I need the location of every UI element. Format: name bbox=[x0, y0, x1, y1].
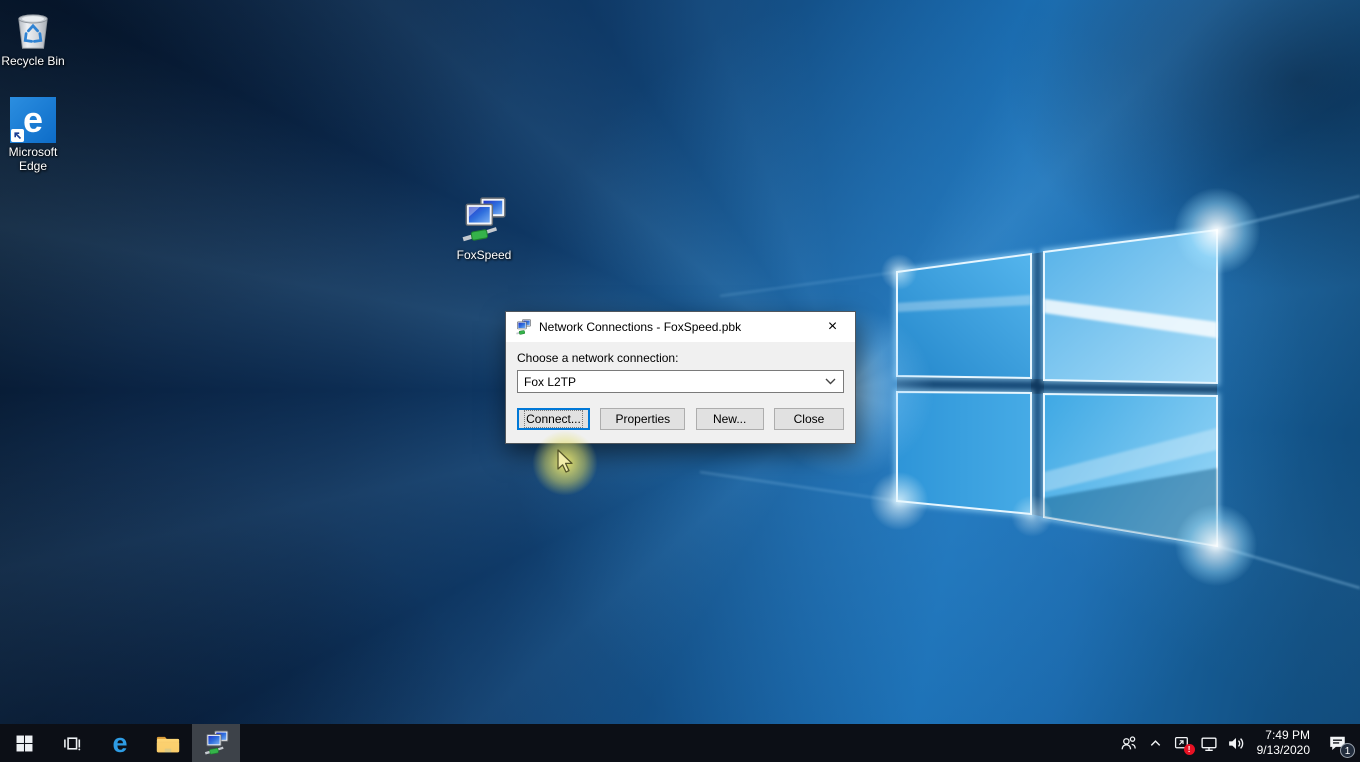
desktop-icon-label: Recycle Bin bbox=[1, 54, 64, 68]
desktop-icon-foxspeed[interactable]: FoxSpeed bbox=[446, 196, 522, 262]
dialog-titlebar[interactable]: Network Connections - FoxSpeed.pbk × bbox=[506, 312, 855, 342]
chevron-up-icon bbox=[1148, 736, 1163, 751]
taskbar-edge-button[interactable]: e bbox=[96, 724, 144, 762]
people-button[interactable] bbox=[1115, 724, 1142, 762]
desktop-icon-recycle-bin[interactable]: Recycle Bin bbox=[0, 6, 71, 68]
network-connections-dialog: Network Connections - FoxSpeed.pbk × Cho… bbox=[505, 311, 856, 444]
volume-icon bbox=[1227, 735, 1245, 752]
dialog-body: Choose a network connection: Fox L2TP Co… bbox=[506, 342, 855, 443]
folder-icon bbox=[155, 732, 181, 755]
task-view-icon bbox=[63, 735, 81, 752]
desktop-icon-label: Microsoft Edge bbox=[0, 145, 71, 173]
time-text: 7:49 PM bbox=[1257, 728, 1310, 743]
dialog-title: Network Connections - FoxSpeed.pbk bbox=[539, 320, 810, 334]
dialog-button-row: Connect... Properties New... Close bbox=[517, 408, 844, 430]
dropdown-selected-value: Fox L2TP bbox=[524, 375, 576, 389]
connect-button[interactable]: Connect... bbox=[517, 408, 590, 430]
new-button[interactable]: New... bbox=[696, 408, 764, 430]
properties-button[interactable]: Properties bbox=[600, 408, 685, 430]
taskbar: e bbox=[0, 724, 1360, 762]
network-computers-icon bbox=[459, 196, 509, 246]
task-view-button[interactable] bbox=[48, 724, 96, 762]
alert-badge: ! bbox=[1184, 744, 1195, 755]
close-button[interactable]: Close bbox=[774, 408, 844, 430]
recycle-bin-icon bbox=[11, 6, 55, 52]
system-tray: ! 7:49 PM 9/13/2020 bbox=[1115, 724, 1360, 762]
start-button[interactable] bbox=[0, 724, 48, 762]
desktop-icon-microsoft-edge[interactable]: e Microsoft Edge bbox=[0, 97, 71, 173]
network-computers-icon bbox=[203, 730, 230, 757]
network-tray-button[interactable] bbox=[1196, 724, 1223, 762]
edge-e-icon: e bbox=[112, 730, 127, 757]
desktop-icon-label: FoxSpeed bbox=[457, 248, 512, 262]
security-alert-tray-button[interactable]: ! bbox=[1169, 724, 1196, 762]
close-icon[interactable]: × bbox=[810, 312, 855, 342]
mouse-cursor bbox=[557, 449, 575, 474]
people-icon bbox=[1120, 735, 1137, 752]
shortcut-arrow-icon bbox=[11, 129, 24, 142]
notification-count-badge: 1 bbox=[1340, 743, 1355, 758]
edge-icon: e bbox=[10, 97, 56, 143]
tray-overflow-button[interactable] bbox=[1142, 724, 1169, 762]
connection-field-label: Choose a network connection: bbox=[517, 351, 844, 365]
volume-tray-button[interactable] bbox=[1223, 724, 1250, 762]
date-text: 9/13/2020 bbox=[1257, 743, 1310, 758]
network-connection-dropdown[interactable]: Fox L2TP bbox=[517, 370, 844, 393]
network-computers-icon bbox=[515, 319, 532, 336]
taskbar-file-explorer-button[interactable] bbox=[144, 724, 192, 762]
desktop: Recycle Bin e Microsoft Edge FoxSpeed bbox=[0, 0, 1360, 762]
clock[interactable]: 7:49 PM 9/13/2020 bbox=[1250, 728, 1317, 758]
action-center-button[interactable]: 1 bbox=[1317, 724, 1357, 762]
windows-logo-icon bbox=[16, 735, 33, 752]
taskbar-network-connections-button[interactable] bbox=[192, 724, 240, 762]
edge-e-glyph: e bbox=[23, 102, 43, 138]
chevron-down-icon bbox=[825, 378, 836, 385]
ethernet-icon bbox=[1200, 735, 1218, 752]
